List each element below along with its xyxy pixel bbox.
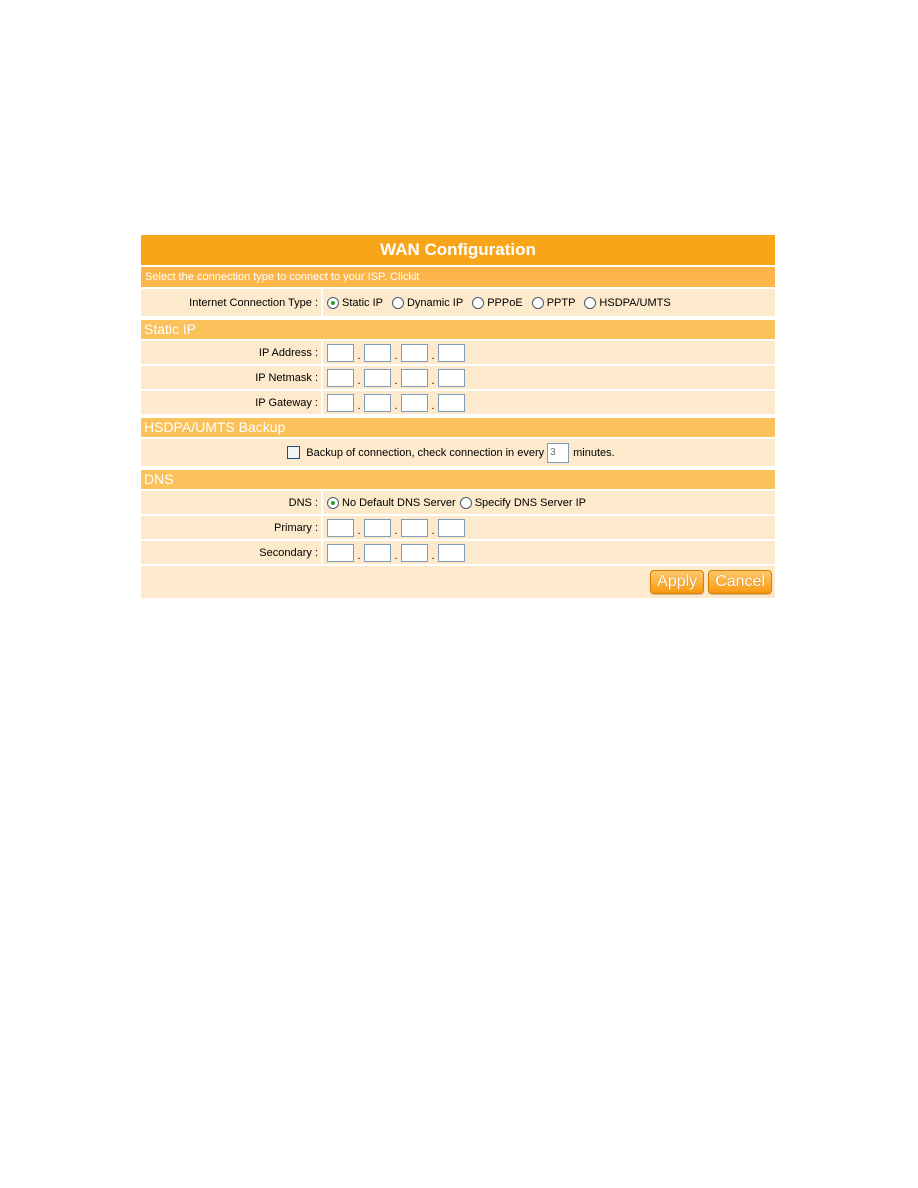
dot: . <box>357 374 361 387</box>
ip-netmask-octet-1[interactable] <box>327 368 354 387</box>
ip-netmask-octet-2[interactable] <box>364 368 391 387</box>
section-dns: DNS <box>141 470 775 489</box>
radio-label: Dynamic IP <box>406 296 464 309</box>
dns-secondary-octet-4[interactable] <box>438 543 465 562</box>
connection-type-row: Internet Connection Type : Static IP Dyn… <box>141 289 775 316</box>
dot: . <box>394 399 398 412</box>
ip-address-octet-4[interactable] <box>438 343 465 362</box>
radio-pptp[interactable]: PPTP <box>531 296 576 309</box>
backup-text: Backup of connection, check connection i… <box>306 446 545 459</box>
radio-icon[interactable] <box>327 496 339 509</box>
backup-unit: minutes. <box>573 446 615 459</box>
ip-address-label: IP Address : <box>141 341 323 364</box>
dot: . <box>394 374 398 387</box>
radio-dynamic-ip[interactable]: Dynamic IP <box>391 296 464 309</box>
ip-gateway-octet-2[interactable] <box>364 393 391 412</box>
dot: . <box>431 349 435 362</box>
radio-pppoe[interactable]: PPPoE <box>472 296 523 309</box>
dot: . <box>357 349 361 362</box>
backup-interval-input[interactable] <box>547 442 570 463</box>
dns-secondary-row: Secondary : . . . <box>141 541 775 564</box>
backup-checkbox[interactable] <box>287 446 301 459</box>
radio-icon[interactable] <box>472 296 485 309</box>
ip-address-row: IP Address : . . . <box>141 341 775 364</box>
radio-label: No Default DNS Server <box>342 496 456 509</box>
ip-gateway-octet-3[interactable] <box>401 393 428 412</box>
dns-primary-octet-1[interactable] <box>327 518 354 537</box>
radio-icon[interactable] <box>459 496 472 509</box>
dot: . <box>357 524 361 537</box>
ip-address-octet-3[interactable] <box>401 343 428 362</box>
dot: . <box>431 374 435 387</box>
dns-primary-row: Primary : . . . <box>141 516 775 539</box>
ip-netmask-row: IP Netmask : . . . <box>141 366 775 389</box>
dns-label: DNS : <box>141 491 323 514</box>
ip-netmask-label: IP Netmask : <box>141 366 323 389</box>
dot: . <box>431 549 435 562</box>
dot: . <box>357 399 361 412</box>
ip-address-octet-1[interactable] <box>327 343 354 362</box>
radio-label: Static IP <box>342 296 383 309</box>
dns-secondary-octet-1[interactable] <box>327 543 354 562</box>
wan-configuration-panel: WAN Configuration Select the connection … <box>141 235 775 600</box>
dns-primary-octet-2[interactable] <box>364 518 391 537</box>
apply-button[interactable]: Apply <box>650 570 705 594</box>
radio-icon[interactable] <box>327 296 339 309</box>
section-hsdpa-backup: HSDPA/UMTS Backup <box>141 418 775 437</box>
ip-address-octet-2[interactable] <box>364 343 391 362</box>
radio-icon[interactable] <box>584 296 597 309</box>
radio-static-ip[interactable]: Static IP <box>327 296 383 309</box>
ip-netmask-octet-4[interactable] <box>438 368 465 387</box>
dot: . <box>394 524 398 537</box>
secondary-label: Secondary : <box>141 541 323 564</box>
backup-row: Backup of connection, check connection i… <box>141 439 775 466</box>
radio-icon[interactable] <box>531 296 544 309</box>
button-row: Apply Cancel <box>141 566 775 598</box>
hint-text: Select the connection type to connect to… <box>141 267 775 287</box>
dot: . <box>394 349 398 362</box>
ip-netmask-octet-3[interactable] <box>401 368 428 387</box>
radio-hsdpa-umts[interactable]: HSDPA/UMTS <box>584 296 671 309</box>
radio-no-default-dns[interactable]: No Default DNS Server <box>327 496 456 509</box>
page-title: WAN Configuration <box>141 235 775 265</box>
ip-gateway-octet-1[interactable] <box>327 393 354 412</box>
dot: . <box>357 549 361 562</box>
dns-mode-row: DNS : No Default DNS Server Specify DNS … <box>141 491 775 514</box>
radio-specify-dns[interactable]: Specify DNS Server IP <box>459 496 586 509</box>
radio-label: PPTP <box>546 296 576 309</box>
connection-type-label: Internet Connection Type : <box>141 289 323 316</box>
dns-secondary-octet-3[interactable] <box>401 543 428 562</box>
dns-primary-octet-3[interactable] <box>401 518 428 537</box>
cancel-button[interactable]: Cancel <box>708 570 772 594</box>
section-static-ip: Static IP <box>141 320 775 339</box>
radio-label: HSDPA/UMTS <box>599 296 671 309</box>
primary-label: Primary : <box>141 516 323 539</box>
dot: . <box>431 399 435 412</box>
dot: . <box>431 524 435 537</box>
ip-gateway-label: IP Gateway : <box>141 391 323 414</box>
ip-gateway-row: IP Gateway : . . . <box>141 391 775 414</box>
dns-secondary-octet-2[interactable] <box>364 543 391 562</box>
radio-label: Specify DNS Server IP <box>474 496 586 509</box>
ip-gateway-octet-4[interactable] <box>438 393 465 412</box>
dns-primary-octet-4[interactable] <box>438 518 465 537</box>
radio-icon[interactable] <box>391 296 404 309</box>
dot: . <box>394 549 398 562</box>
radio-label: PPPoE <box>487 296 523 309</box>
